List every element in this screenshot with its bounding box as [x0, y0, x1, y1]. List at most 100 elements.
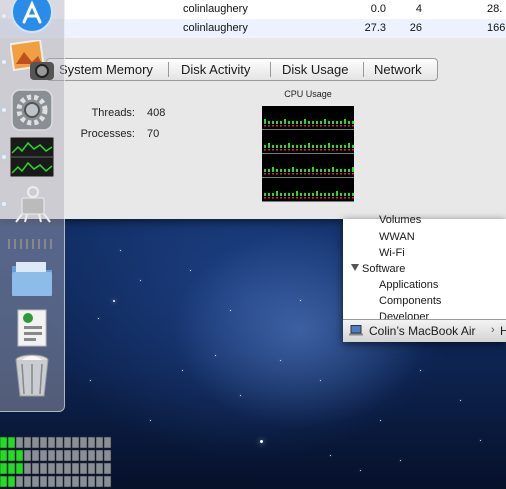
cpu-user-sample	[288, 143, 290, 148]
cpu-system-sample	[300, 173, 302, 175]
cpu-usage-graph	[262, 106, 354, 202]
cpu-user-sample	[336, 145, 338, 148]
system-preferences-icon[interactable]	[10, 88, 54, 132]
cpu-user-sample	[308, 121, 310, 124]
cpu-user-sample	[312, 145, 314, 148]
iphoto-icon[interactable]	[9, 38, 54, 84]
cpu-system-sample	[264, 125, 266, 127]
cpu-system-sample	[292, 149, 294, 151]
cpu-system-sample	[336, 173, 338, 175]
sidebar-item-wwan[interactable]: WWAN	[379, 231, 415, 243]
cpu-user-sample	[284, 169, 286, 172]
cpu-system-sample	[280, 125, 282, 127]
star	[380, 420, 381, 421]
cpu-user-sample	[328, 121, 330, 124]
computer-name[interactable]: Colin’s MacBook Air	[369, 324, 476, 338]
cpu-meter-cell	[87, 475, 96, 488]
applications-folder-icon[interactable]	[10, 256, 54, 300]
system-information-icon[interactable]	[10, 182, 54, 224]
cpu-user-sample	[304, 145, 306, 148]
cpu-user-sample	[328, 193, 330, 196]
cpu-meter-cell	[63, 449, 72, 462]
cpu-system-sample	[332, 173, 334, 175]
cpu-system-sample	[344, 197, 346, 199]
cpu-user-sample	[328, 169, 330, 172]
cpu-system-sample	[300, 125, 302, 127]
cpu-user-sample	[316, 169, 318, 172]
cpu-user-sample	[276, 121, 278, 124]
cpu-meter-cell	[103, 449, 112, 462]
app-store-icon[interactable]	[10, 0, 54, 34]
tab-network[interactable]: Network	[374, 59, 422, 80]
cpu-system-sample	[320, 125, 322, 127]
table-row[interactable]: colinlaughery 27.3 26 166.	[0, 19, 506, 38]
cpu-system-sample	[344, 173, 346, 175]
cpu-system-sample	[280, 173, 282, 175]
cpu-meter-cell	[95, 436, 104, 449]
cpu-user-sample	[296, 121, 298, 124]
tab-disk-usage[interactable]: Disk Usage	[282, 59, 348, 80]
cpu-meter-cell	[87, 449, 96, 462]
cpu-system-sample	[304, 197, 306, 199]
cpu-meter-cell	[7, 436, 16, 449]
cpu-user-sample	[304, 193, 306, 196]
cpu-system-sample	[272, 149, 274, 151]
cpu-system-sample	[324, 173, 326, 175]
star	[460, 400, 461, 401]
cpu-user-sample	[352, 145, 354, 148]
cpu-meter-cell	[15, 449, 24, 462]
cpu-meter-cell	[15, 436, 24, 449]
cpu-meter-cell	[23, 436, 32, 449]
cpu-meter-cell	[87, 462, 96, 475]
cpu-system-sample	[296, 173, 298, 175]
cpu-meter-cell	[55, 462, 64, 475]
trash-icon[interactable]	[10, 352, 54, 400]
cpu-system-sample	[304, 173, 306, 175]
cpu-meter-cell	[95, 449, 104, 462]
path-bar: Colin’s MacBook Air › H	[343, 319, 506, 342]
chevron-right-icon: ›	[491, 324, 495, 336]
sidebar-item-applications[interactable]: Applications	[379, 279, 438, 291]
user-cell: colinlaughery	[183, 3, 248, 15]
cpu-user-sample	[324, 145, 326, 148]
cpu-user-sample	[280, 145, 282, 148]
sidebar-item-wifi[interactable]: Wi-Fi	[379, 247, 405, 259]
cpu-user-sample	[284, 119, 286, 124]
cpu-user-sample	[296, 145, 298, 148]
tab-bar: System Memory Disk Activity Disk Usage N…	[46, 58, 438, 81]
table-row[interactable]: colinlaughery 0.0 4 28.	[0, 0, 506, 19]
cpu-user-sample	[332, 193, 334, 196]
cpu-system-sample	[328, 149, 330, 151]
tab-disk-activity[interactable]: Disk Activity	[181, 59, 250, 80]
sidebar-item-developer[interactable]: Developer	[379, 311, 429, 319]
cpu-system-sample	[336, 149, 338, 151]
cpu-meter-cell	[7, 475, 16, 488]
cpu-user-sample	[276, 145, 278, 148]
cpu-system-sample	[336, 125, 338, 127]
sidebar-item-components[interactable]: Components	[379, 295, 441, 307]
sidebar-section-software[interactable]: Software	[351, 263, 405, 275]
cpu-user-sample	[324, 193, 326, 196]
activity-monitor-icon[interactable]	[9, 135, 55, 179]
cpu-user-sample	[284, 193, 286, 196]
tab-system-memory[interactable]: System Memory	[59, 59, 153, 80]
cpu-meter-cell	[7, 449, 16, 462]
cpu-user-sample	[268, 169, 270, 172]
star	[420, 370, 421, 371]
documents-stack-icon[interactable]	[10, 306, 54, 350]
processes-value: 70	[147, 128, 160, 140]
cpu-user-sample	[320, 121, 322, 124]
cpu-user-sample	[300, 169, 302, 172]
cpu-user-sample	[340, 193, 342, 196]
cpu-user-sample	[308, 169, 310, 172]
dock	[0, 0, 65, 412]
cpu-system-sample	[320, 197, 322, 199]
path-next-item[interactable]: H	[500, 324, 506, 338]
cpu-system-sample	[316, 197, 318, 199]
sidebar-item-volumes[interactable]: Volumes	[379, 214, 421, 226]
cpu-system-sample	[340, 149, 342, 151]
cpu-user-sample	[344, 169, 346, 172]
cpu-system-sample	[320, 173, 322, 175]
disclosure-triangle-icon[interactable]	[351, 264, 359, 271]
cpu-system-sample	[352, 197, 354, 199]
